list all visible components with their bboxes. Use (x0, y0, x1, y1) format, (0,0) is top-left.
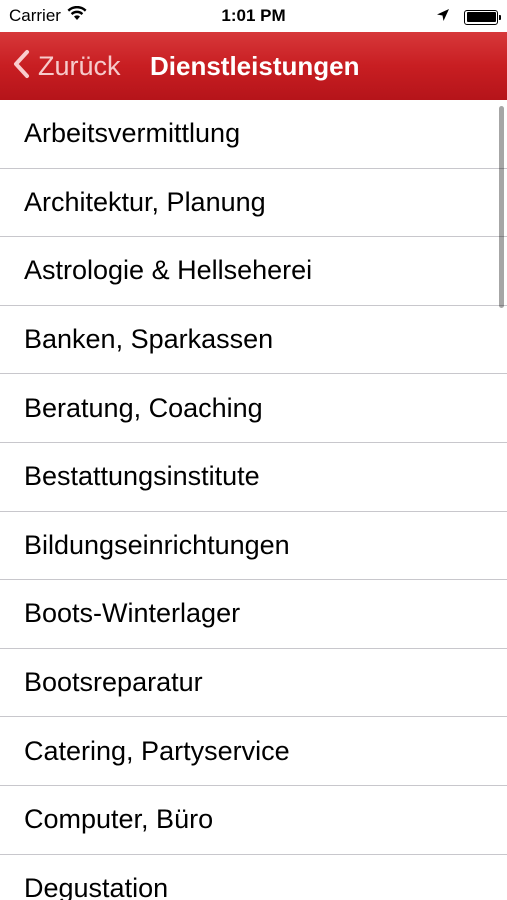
battery-icon (464, 9, 501, 25)
list-item[interactable]: Computer, Büro (0, 786, 507, 855)
list-item[interactable]: Astrologie & Hellseherei (0, 237, 507, 306)
list-item[interactable]: Arbeitsvermittlung (0, 100, 507, 169)
list-item-label: Bildungseinrichtungen (24, 529, 290, 560)
back-button[interactable]: Zurück (12, 32, 121, 100)
chevron-left-icon (12, 49, 30, 84)
list-item-label: Bestattungsinstitute (24, 461, 260, 492)
status-bar: Carrier 1:01 PM (0, 0, 507, 32)
list-item[interactable]: Beratung, Coaching (0, 374, 507, 443)
back-label: Zurück (38, 50, 121, 81)
list-item-label: Computer, Büro (24, 804, 214, 835)
list-item[interactable]: Bildungseinrichtungen (0, 512, 507, 581)
status-right-group (436, 7, 501, 27)
list-item-label: Architektur, Planung (24, 186, 266, 217)
list-item-label: Astrologie & Hellseherei (24, 255, 313, 286)
list-item[interactable]: Bestattungsinstitute (0, 443, 507, 512)
list-item-label: Arbeitsvermittlung (24, 118, 241, 149)
list-item-label: Bootsreparatur (24, 667, 203, 698)
list-item[interactable]: Boots-Winterlager (0, 580, 507, 649)
list-item[interactable]: Catering, Partyservice (0, 717, 507, 786)
list-item-label: Banken, Sparkassen (24, 324, 274, 355)
screen: Carrier 1:01 PM Zurück Dienstleistungen … (0, 0, 507, 900)
location-arrow-icon (436, 7, 450, 27)
list-item[interactable]: Bootsreparatur (0, 649, 507, 718)
list-item[interactable]: Banken, Sparkassen (0, 306, 507, 375)
list-item[interactable]: Architektur, Planung (0, 169, 507, 238)
page-title: Dienstleistungen (150, 50, 360, 81)
scroll-indicator[interactable] (499, 106, 504, 308)
list-item-label: Catering, Partyservice (24, 735, 290, 766)
list-item-label: Boots-Winterlager (24, 598, 241, 629)
list-item-label: Beratung, Coaching (24, 392, 263, 423)
list-item[interactable]: Degustation (0, 855, 507, 900)
category-list: Arbeitsvermittlung Architektur, Planung … (0, 100, 507, 900)
list-item-label: Degustation (24, 872, 169, 900)
status-time: 1:01 PM (221, 6, 286, 25)
navigation-bar: Zurück Dienstleistungen (0, 32, 507, 100)
